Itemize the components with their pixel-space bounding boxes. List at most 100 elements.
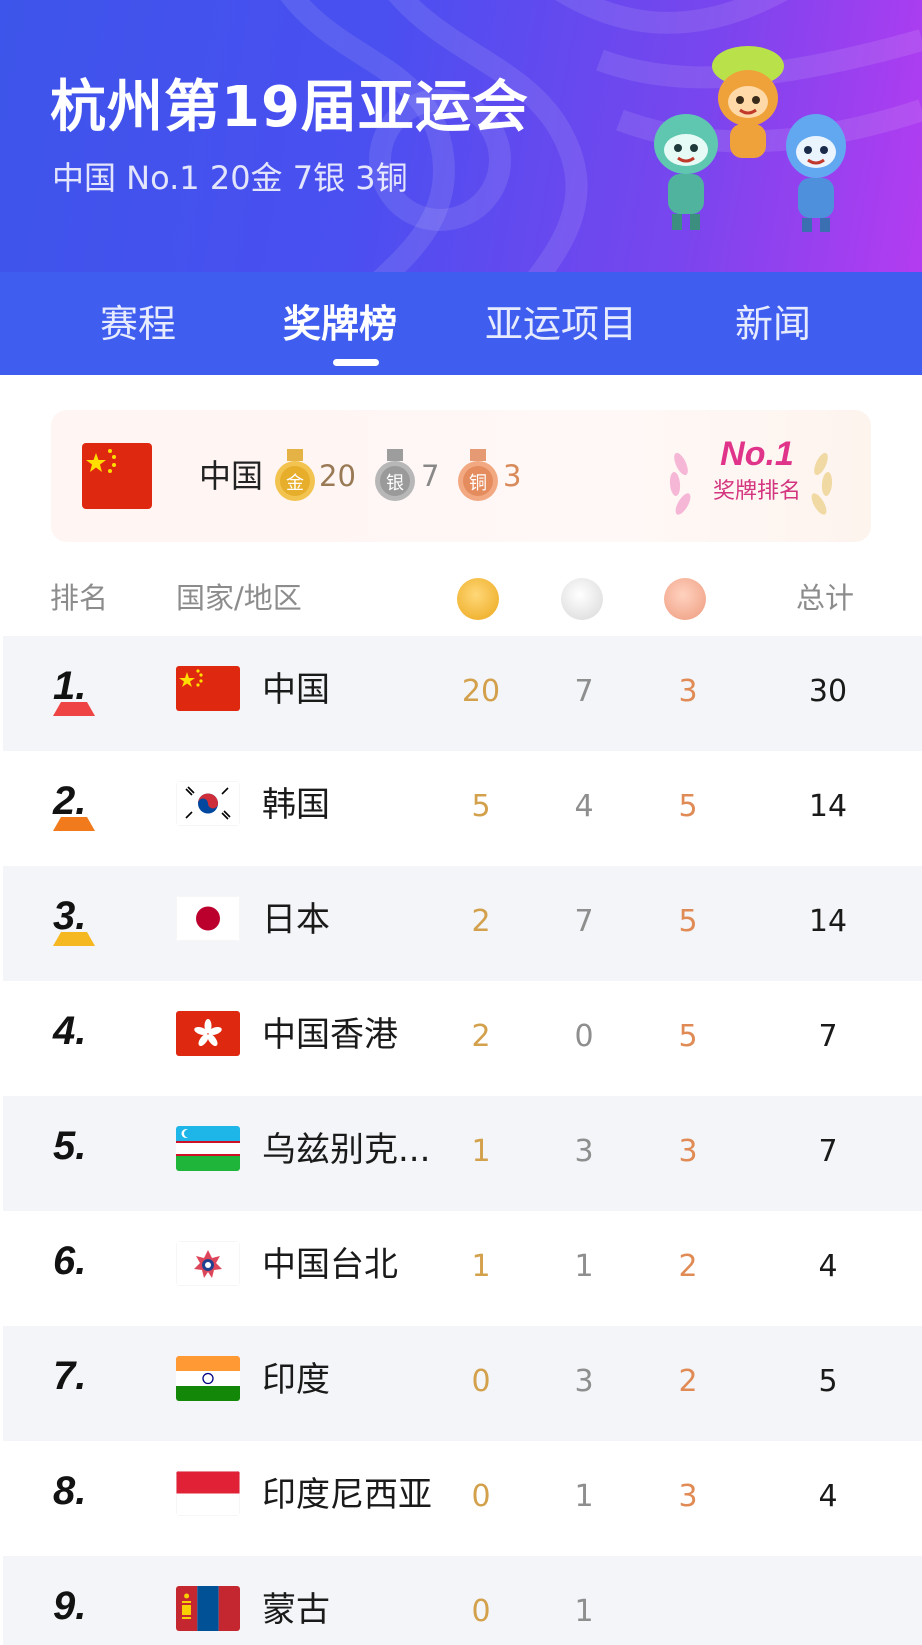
summary-bronze-count: 3 [503, 459, 522, 493]
table-row[interactable]: 5. 乌兹别克... 1 3 3 7 [3, 1096, 922, 1211]
table-row[interactable]: 9. 蒙古 0 1 [3, 1556, 922, 1645]
country-name: 蒙古 [262, 1590, 330, 1630]
table-row[interactable]: 6. 中国台北 1 1 2 4 [3, 1211, 922, 1326]
tab-news[interactable]: 新闻 [735, 294, 811, 354]
tab-bar: 赛程 奖牌榜 亚运项目 新闻 [0, 272, 922, 375]
bronze-count: 5 [678, 1019, 698, 1054]
japan-flag-icon [176, 896, 240, 941]
mascots-illustration [654, 46, 846, 232]
silver-count: 3 [574, 1134, 594, 1169]
table-row[interactable]: 7. 印度 0 3 2 5 [3, 1326, 922, 1441]
silver-count: 4 [574, 789, 594, 824]
total-count: 14 [808, 789, 848, 824]
silver-count: 0 [574, 1019, 594, 1054]
south-korea-flag-icon [176, 781, 240, 826]
summary-silver-count: 7 [421, 459, 440, 493]
silver-count: 1 [574, 1594, 594, 1629]
chinese-taipei-flag-icon [176, 1241, 240, 1286]
silver-medal-header-icon [561, 578, 603, 620]
rank-number: 2. [53, 777, 103, 831]
china-flag-icon [176, 666, 240, 711]
indonesia-flag-icon [176, 1471, 240, 1516]
silver-count: 7 [574, 674, 594, 709]
rank-badge-label: 奖牌排名 [712, 479, 801, 504]
gold-medal-icon: 金 [275, 449, 315, 501]
country-name: 中国香港 [262, 1015, 398, 1055]
silver-medal-icon: 银 [375, 449, 415, 501]
header-banner: 杭州第19届亚运会 中国 No.1 20金 7银 3铜 [0, 0, 922, 272]
page-title: 杭州第19届亚运会 [50, 75, 529, 140]
india-flag-icon [176, 1356, 240, 1401]
rank-badge-title: No.1 [720, 435, 794, 473]
gold-count: 20 [461, 674, 501, 709]
rank-badge: No.1 奖牌排名 [661, 424, 841, 528]
bronze-count: 3 [678, 1479, 698, 1514]
total-count: 5 [818, 1364, 838, 1399]
table-header: 排名 国家/地区 总计 [0, 560, 922, 636]
table-row[interactable]: 8. 印度尼西亚 0 1 3 4 [3, 1441, 922, 1556]
country-name: 韩国 [262, 785, 330, 825]
total-count: 4 [818, 1249, 838, 1284]
active-tab-indicator [333, 359, 379, 366]
total-count: 7 [818, 1134, 838, 1169]
rank-number: 6. [53, 1239, 87, 1283]
total-count: 14 [808, 904, 848, 939]
bronze-count: 2 [678, 1249, 698, 1284]
header-total: 总计 [796, 581, 855, 615]
silver-count: 1 [574, 1479, 594, 1514]
gold-count: 5 [471, 789, 491, 824]
gold-count: 1 [471, 1134, 491, 1169]
silver-count: 1 [574, 1249, 594, 1284]
country-name: 日本 [262, 900, 330, 940]
rank-number: 3. [53, 892, 103, 946]
gold-count: 0 [471, 1364, 491, 1399]
page-subtitle: 中国 No.1 20金 7银 3铜 [52, 159, 408, 197]
china-summary-card[interactable]: 中国 金 20 银 7 铜 3 No.1 奖牌排名 [51, 410, 871, 542]
header-country: 国家/地区 [176, 581, 302, 615]
silver-count: 7 [574, 904, 594, 939]
gold-count: 2 [471, 1019, 491, 1054]
country-name: 印度 [262, 1360, 330, 1400]
uzbekistan-flag-icon [176, 1126, 240, 1171]
bronze-medal-header-icon [664, 578, 706, 620]
silver-medal-label: 银 [386, 473, 404, 494]
bronze-count: 3 [678, 1134, 698, 1169]
bronze-count: 2 [678, 1364, 698, 1399]
bronze-medal-label: 铜 [469, 473, 487, 494]
gold-medal-header-icon [457, 578, 499, 620]
total-count: 4 [818, 1479, 838, 1514]
gold-count: 1 [471, 1249, 491, 1284]
gold-medal-label: 金 [286, 473, 304, 494]
country-name: 中国台北 [262, 1245, 398, 1285]
table-row[interactable]: 2. 韩国 5 4 5 14 [3, 751, 922, 866]
tab-sports[interactable]: 亚运项目 [485, 294, 637, 354]
china-flag-icon [82, 443, 152, 509]
mongolia-flag-icon [176, 1586, 240, 1631]
country-name: 印度尼西亚 [262, 1475, 432, 1515]
gold-count: 0 [471, 1479, 491, 1514]
gold-count: 2 [471, 904, 491, 939]
summary-gold-count: 20 [319, 459, 356, 493]
header-rank: 排名 [50, 581, 109, 615]
tab-medal-table[interactable]: 奖牌榜 [283, 294, 397, 354]
bronze-count: 5 [678, 789, 698, 824]
rank-number: 4. [53, 1009, 87, 1053]
country-name: 乌兹别克... [262, 1130, 431, 1170]
rank-number: 1. [53, 662, 103, 716]
summary-country-name: 中国 [199, 457, 264, 495]
rank-number: 5. [53, 1124, 87, 1168]
hong-kong-flag-icon [176, 1011, 240, 1056]
table-row[interactable]: 1. 中国 20 7 3 30 [3, 636, 922, 751]
country-name: 中国 [262, 670, 330, 710]
bronze-medal-icon: 铜 [458, 449, 498, 501]
rank-number: 8. [53, 1469, 87, 1513]
total-count: 7 [818, 1019, 838, 1054]
rank-number: 9. [53, 1584, 87, 1628]
tab-schedule[interactable]: 赛程 [100, 294, 176, 354]
total-count: 30 [808, 674, 848, 709]
table-row[interactable]: 4. 中国香港 2 0 5 7 [3, 981, 922, 1096]
gold-count: 0 [471, 1594, 491, 1629]
bronze-count: 3 [678, 674, 698, 709]
silver-count: 3 [574, 1364, 594, 1399]
table-row[interactable]: 3. 日本 2 7 5 14 [3, 866, 922, 981]
